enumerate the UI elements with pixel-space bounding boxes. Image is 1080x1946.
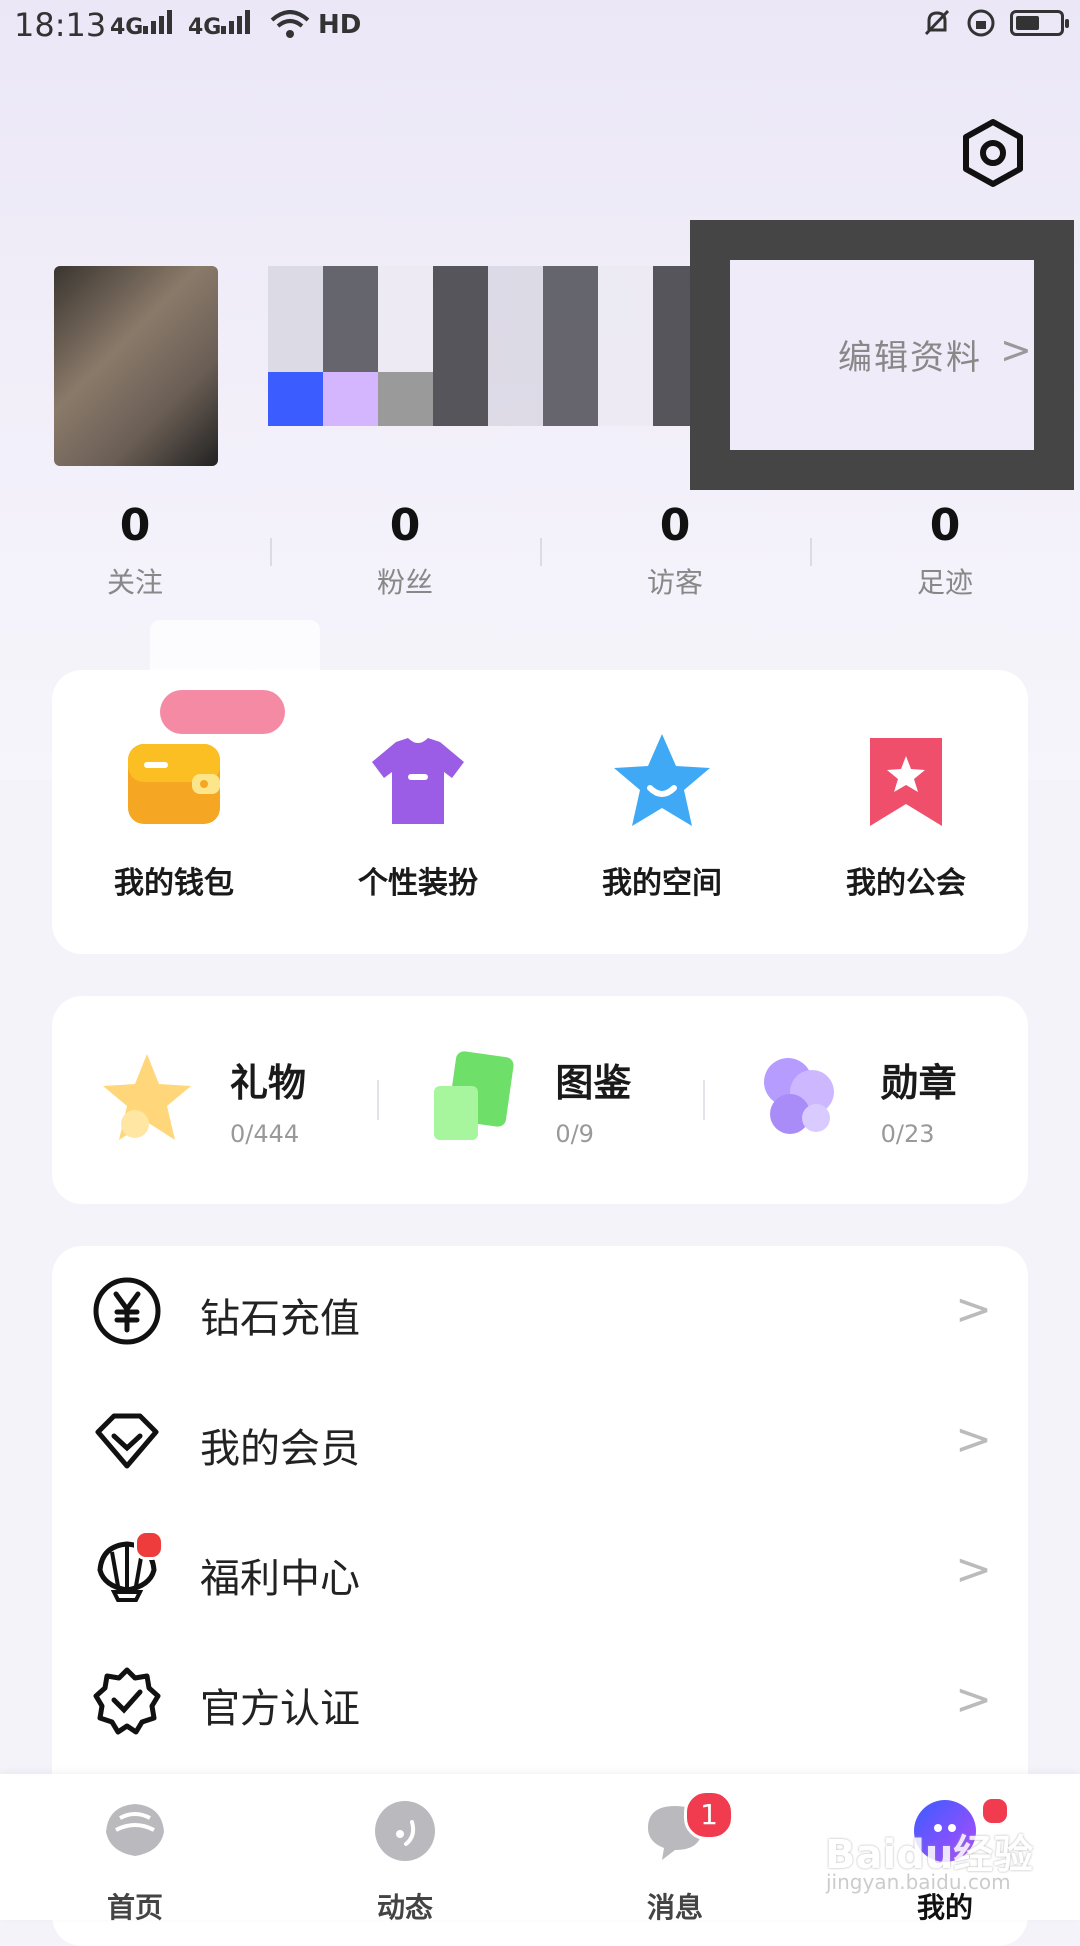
stat-footprints[interactable]: 0 足迹 bbox=[810, 500, 1080, 610]
watermark-url: jingyan.baidu.com bbox=[826, 1870, 1011, 1894]
puzzle-icon bbox=[763, 1058, 834, 1134]
feature-dressup[interactable]: 个性装扮 bbox=[296, 670, 540, 954]
bookmark-star-icon bbox=[870, 738, 942, 826]
menu-official-verify[interactable]: 官方认证 > bbox=[52, 1636, 1028, 1766]
promo-badge[interactable] bbox=[160, 690, 285, 734]
cards-icon bbox=[434, 1051, 514, 1140]
feature-space[interactable]: 我的空间 bbox=[540, 670, 784, 954]
notification-dot bbox=[134, 1530, 164, 1560]
home-shell-icon bbox=[106, 1804, 164, 1856]
tab-moments[interactable]: 动态 bbox=[270, 1774, 540, 1924]
rotation-lock-icon bbox=[967, 9, 995, 37]
tshirt-icon bbox=[372, 738, 464, 824]
stats-row: 0 关注 0 粉丝 0 访客 0 足迹 bbox=[0, 500, 1080, 610]
chevron-right-icon: > bbox=[1000, 328, 1032, 372]
signal-1-icon: 4G bbox=[110, 10, 173, 40]
user-tags bbox=[268, 372, 433, 426]
feature-guild[interactable]: 我的公会 bbox=[784, 670, 1028, 954]
status-bar: 18:13 4G 4G HD bbox=[0, 0, 1080, 56]
avatar[interactable] bbox=[54, 266, 218, 466]
stat-following[interactable]: 0 关注 bbox=[0, 500, 270, 610]
chevron-right-icon: > bbox=[955, 1544, 992, 1595]
wifi-icon bbox=[270, 10, 310, 46]
message-count-badge: 1 bbox=[684, 1790, 734, 1840]
menu-diamond-recharge[interactable]: 钻石充值 > bbox=[52, 1246, 1028, 1376]
chevron-right-icon: > bbox=[955, 1284, 992, 1335]
mute-bell-icon bbox=[924, 9, 950, 36]
battery-icon bbox=[1010, 10, 1069, 36]
promo-overlay bbox=[150, 620, 320, 700]
chevron-right-icon: > bbox=[955, 1674, 992, 1725]
wallet-icon bbox=[128, 744, 220, 824]
status-time: 18:13 bbox=[14, 6, 107, 44]
collections-card: 礼物 0/444 图鉴 0/9 勋章 0/23 bbox=[52, 996, 1028, 1204]
hd-icon: HD bbox=[318, 10, 362, 40]
verified-badge-icon bbox=[93, 1667, 161, 1735]
gift-star-icon bbox=[103, 1054, 191, 1140]
tab-home[interactable]: 首页 bbox=[0, 1774, 270, 1924]
menu-membership[interactable]: 我的会员 > bbox=[52, 1376, 1028, 1506]
tab-messages[interactable]: 1 消息 bbox=[540, 1774, 810, 1924]
menu-welfare-center[interactable]: 福利中心 > bbox=[52, 1506, 1028, 1636]
moments-icon bbox=[375, 1801, 435, 1861]
chevron-right-icon: > bbox=[955, 1414, 992, 1465]
signal-2-icon: 4G bbox=[188, 10, 251, 40]
edit-profile-label: 编辑资料 bbox=[838, 338, 982, 378]
collection-gifts[interactable]: 礼物 0/444 bbox=[52, 996, 377, 1204]
diamond-icon bbox=[95, 1413, 159, 1469]
collection-medals[interactable]: 勋章 0/23 bbox=[702, 996, 1028, 1204]
stat-visitors[interactable]: 0 访客 bbox=[540, 500, 810, 610]
gear-icon bbox=[963, 119, 1023, 187]
star-smile-icon bbox=[614, 734, 710, 826]
stat-fans[interactable]: 0 粉丝 bbox=[270, 500, 540, 610]
yen-circle-icon bbox=[93, 1277, 161, 1345]
settings-button[interactable] bbox=[958, 118, 1028, 188]
collection-atlas[interactable]: 图鉴 0/9 bbox=[377, 996, 702, 1204]
